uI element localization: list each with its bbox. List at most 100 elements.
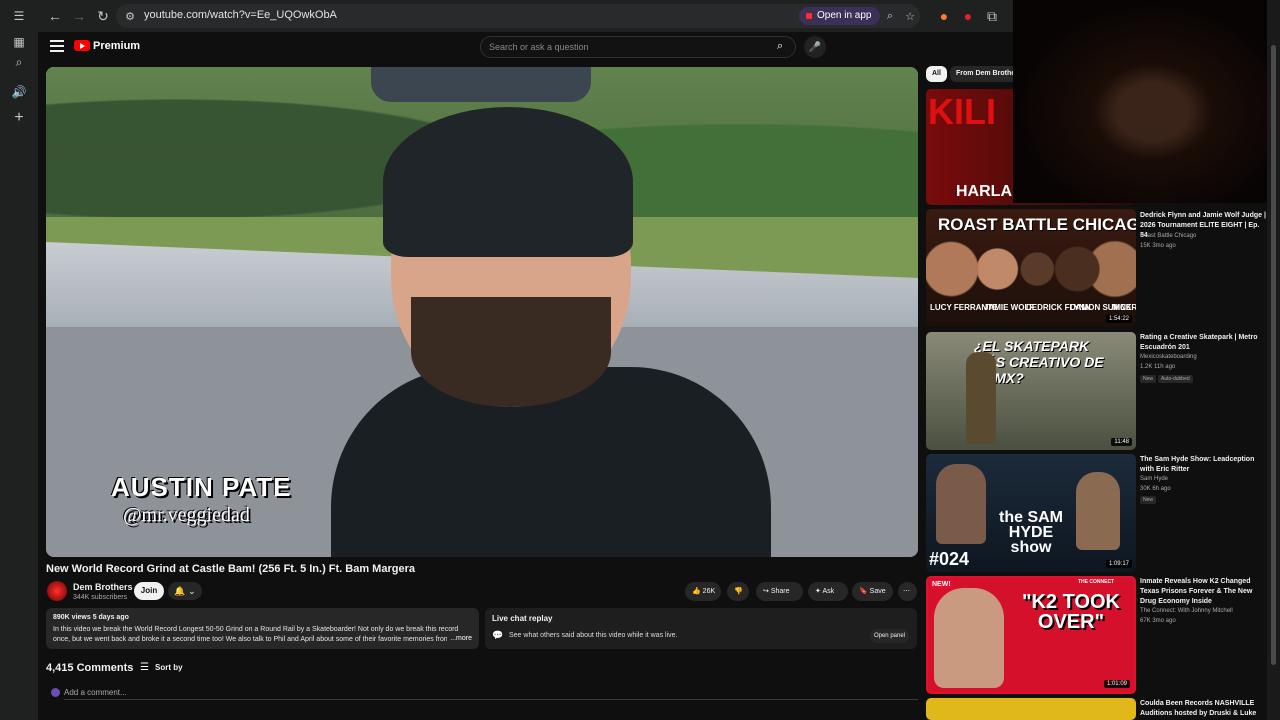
address-bar[interactable]: ⚙ youtube.com/watch?v=Ee_UQOwkObA Open i…: [116, 4, 920, 28]
more-link[interactable]: ...more: [447, 635, 472, 642]
site-info-icon[interactable]: ⚙: [122, 8, 138, 24]
premium-label[interactable]: Premium: [93, 40, 140, 52]
microphone-icon[interactable]: 🎤: [804, 36, 826, 58]
browser-vertical-tabs: ☰ ▦ ⌕ 🔊 +: [0, 0, 38, 720]
thumb-name-4: NICK: [1112, 303, 1132, 312]
tab-search-icon[interactable]: ⌕: [9, 52, 29, 72]
recommended-thumbnail-1[interactable]: ROAST BATTLE CHICAGO LUCY FERRANTE JAMIE…: [926, 209, 1136, 327]
recommended-channel-3[interactable]: Sam Hyde: [1140, 476, 1168, 482]
open-in-app-button[interactable]: Open in app: [799, 7, 880, 25]
thumb-corner: THE CONNECT: [1078, 579, 1115, 585]
dislike-button[interactable]: 👎: [727, 582, 749, 601]
recommended-thumbnail-4[interactable]: NEW! THE CONNECT "K2 TOOK OVER" 1:01:09: [926, 576, 1136, 694]
filter-chips: All From Dem Brothers: [926, 66, 1028, 84]
sort-icon[interactable]: ☰: [140, 662, 149, 673]
video-duration: 11:48: [1111, 438, 1132, 446]
menu-icon[interactable]: [50, 40, 64, 52]
recommended-channel-1[interactable]: Roast Battle Chicago: [1140, 233, 1196, 239]
ask-label: Ask: [822, 588, 835, 595]
like-count: 26K: [702, 588, 716, 595]
tab-grid-icon[interactable]: ▦: [9, 32, 29, 52]
open-panel-button[interactable]: Open panel: [869, 629, 909, 643]
youtube-logo-icon[interactable]: [74, 40, 90, 51]
save-button[interactable]: 🔖 Save: [852, 582, 893, 601]
recommended-channel-2[interactable]: Mexicoskateboarding: [1140, 354, 1197, 360]
zoom-icon[interactable]: ⌕: [882, 8, 898, 24]
save-label: Save: [869, 588, 886, 595]
channel-name[interactable]: Dem Brothers: [73, 582, 133, 592]
recommended-title-3[interactable]: The Sam Hyde Show: Leadception with Eric…: [1140, 455, 1268, 475]
share-icon: ↪: [763, 588, 769, 595]
new-tab-icon[interactable]: +: [9, 108, 29, 128]
scrollbar[interactable]: [1271, 45, 1276, 665]
forward-icon[interactable]: →: [70, 7, 88, 25]
video-duration: 1:09:17: [1105, 560, 1132, 568]
recommended-channel-4[interactable]: The Connect: With Johnny Mitchell: [1140, 608, 1233, 614]
youtube-header: Premium Search or ask a question ⌕ 🎤: [38, 32, 1013, 62]
page-scroll-area: [1267, 0, 1280, 720]
share-button[interactable]: ↪ Share: [756, 582, 803, 601]
back-icon[interactable]: ←: [46, 7, 64, 25]
share-label: Share: [770, 588, 790, 595]
video-frame-person: [331, 67, 771, 557]
recommended-stats-4: 67K 3mo ago: [1140, 618, 1176, 624]
thumb-text: #024: [929, 549, 970, 569]
chip-all[interactable]: All: [926, 66, 947, 82]
chat-icon: 💬: [492, 630, 504, 640]
recommended-title-2[interactable]: Rating a Creative Skatepark | Metro Escu…: [1140, 333, 1268, 353]
bookmark-icon: 🔖: [859, 588, 868, 595]
user-avatar: [51, 688, 60, 697]
video-player[interactable]: AUSTIN PATE @mr.veggiedad: [46, 67, 918, 557]
comments-count: 4,415 Comments: [46, 662, 134, 674]
thumbs-down-icon: 👎: [734, 588, 743, 595]
recommended-thumbnail-2[interactable]: ¿EL SKATEPARK MÁS CREATIVO DE CDMX? 11:4…: [926, 332, 1136, 450]
search-input[interactable]: Search or ask a question ⌕: [480, 36, 796, 58]
auto-dubbed-badge: Auto-dubbed: [1158, 375, 1193, 383]
thumb-faces: [926, 239, 1136, 299]
thumb-text: ¿EL SKATEPARK MÁS CREATIVO DE CDMX?: [974, 338, 1104, 386]
new-badge: New: [1140, 496, 1157, 504]
comment-divider: [64, 699, 918, 700]
live-chat-replay-box: Live chat replay 💬 See what others said …: [485, 608, 917, 649]
thumb-top-text: KILI: [928, 91, 996, 132]
thumb-person-left: [936, 464, 986, 544]
recommended-title-4[interactable]: Inmate Reveals How K2 Changed Texas Pris…: [1140, 577, 1268, 607]
description-text: In this video we break the World Record …: [53, 626, 465, 643]
extensions-puzzle-icon[interactable]: ⧉: [983, 7, 1001, 25]
webcam-overlay: [1013, 0, 1267, 203]
recommended-stats-1: 15K 3mo ago: [1140, 243, 1176, 249]
recommended-thumbnail-3[interactable]: the SAM HYDE show #024 1:09:17: [926, 454, 1136, 572]
audio-tab-icon[interactable]: 🔊: [9, 82, 29, 102]
join-button[interactable]: Join: [134, 582, 164, 600]
extension-icon[interactable]: ●: [935, 7, 953, 25]
recommended-stats-3: 30K 6h ago: [1140, 486, 1171, 492]
recommended-stats-2: 1.2K 11h ago: [1140, 364, 1176, 370]
extension-shield-icon[interactable]: ●: [959, 7, 977, 25]
live-chat-text: See what others said about this video wh…: [509, 632, 678, 639]
notification-bell-button[interactable]: 🔔 ⌄: [168, 582, 202, 600]
video-duration: 1:54:22: [1105, 315, 1132, 323]
tab-list-icon[interactable]: ☰: [9, 6, 29, 26]
new-badge: New: [1140, 375, 1157, 383]
video-title: New World Record Grind at Castle Bam! (2…: [46, 563, 415, 575]
ask-button[interactable]: ✦ Ask: [808, 582, 848, 601]
reload-icon[interactable]: ↻: [94, 7, 112, 25]
description-box[interactable]: 890K views 5 days ago In this video we b…: [46, 608, 479, 649]
url-text[interactable]: youtube.com/watch?v=Ee_UQOwkObA: [144, 9, 337, 21]
subscriber-count: 344K subscribers: [73, 594, 128, 601]
thumbs-up-icon: 👍: [692, 588, 701, 595]
add-comment-input[interactable]: Add a comment...: [64, 688, 127, 697]
search-icon[interactable]: ⌕: [777, 40, 791, 54]
recommended-thumbnail-5[interactable]: [926, 698, 1136, 720]
more-actions-icon[interactable]: ⋯: [898, 582, 917, 601]
recommended-title-5[interactable]: Coulda Been Records NASHVILLE Auditions …: [1140, 699, 1268, 719]
channel-avatar[interactable]: [47, 581, 67, 601]
thumb-tag: NEW!: [930, 580, 953, 589]
bookmark-star-icon[interactable]: ☆: [902, 8, 918, 24]
sparkle-icon: ✦: [815, 588, 821, 595]
thumb-person-right: [1076, 472, 1120, 550]
thumb-text: "K2 TOOK OVER": [1021, 591, 1121, 633]
like-button[interactable]: 👍 26K: [685, 582, 721, 601]
sort-by-button[interactable]: Sort by: [155, 663, 183, 672]
live-chat-title: Live chat replay: [492, 614, 553, 623]
